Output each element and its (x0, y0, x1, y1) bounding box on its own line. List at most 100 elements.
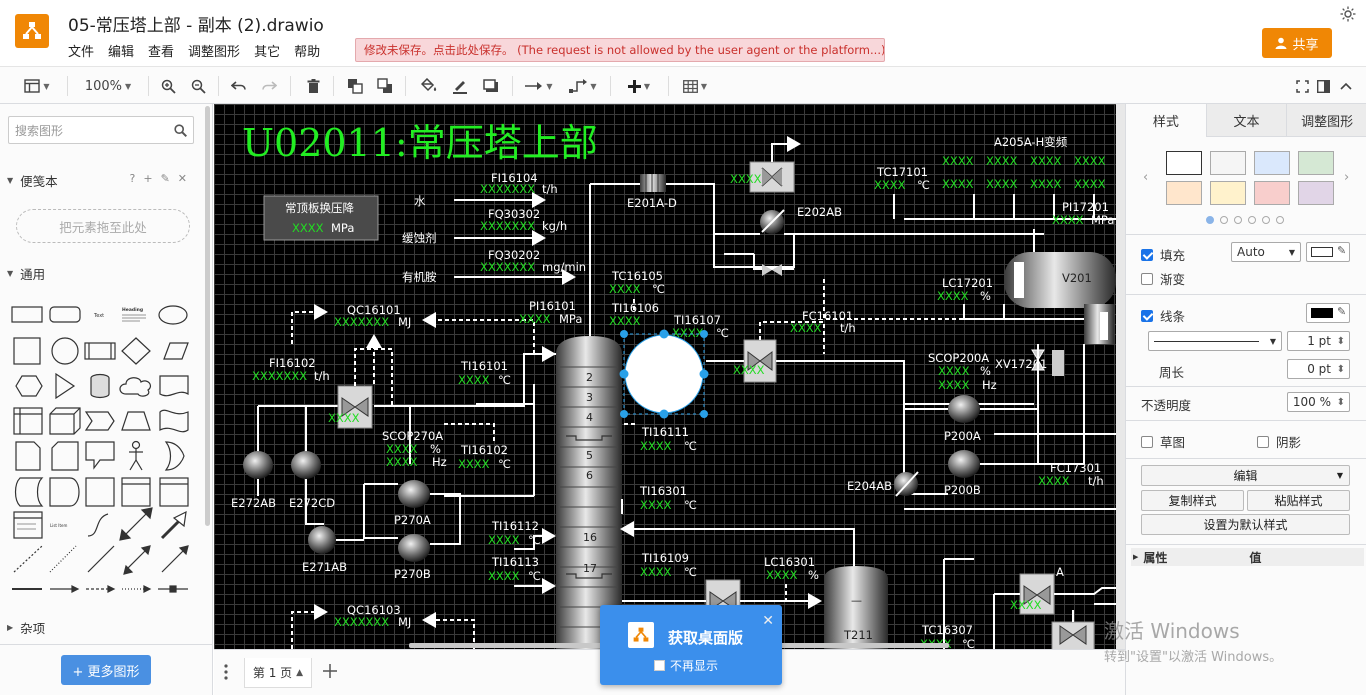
tab-style[interactable]: 样式 (1126, 104, 1206, 137)
canvas-viewport[interactable]: .lbl { fill: #fff; font-size: 11.5px; fo… (214, 104, 1125, 649)
menu-extras[interactable]: 其它 (254, 41, 280, 60)
line-width-input[interactable]: 1 pt (1287, 331, 1350, 351)
sidebar-scrollbar[interactable] (205, 106, 210, 526)
shadow-checkbox[interactable] (1257, 435, 1269, 448)
to-back-button[interactable] (375, 75, 395, 97)
pager-dot[interactable] (1206, 216, 1214, 224)
redo-button[interactable] (258, 75, 280, 97)
scratchpad-header[interactable]: ▼ 便笺本 ? + ✎ ✕ (0, 168, 205, 192)
diagram-canvas[interactable]: .lbl { fill: #fff; font-size: 11.5px; fo… (214, 104, 1116, 649)
tab-text[interactable]: 文本 (1205, 104, 1287, 137)
to-front-button[interactable] (345, 75, 365, 97)
exchanger-e201ad[interactable] (640, 174, 666, 192)
gradient-checkbox[interactable] (1141, 272, 1153, 285)
properties-header[interactable]: ▶ 属性 值 (1131, 548, 1364, 566)
chevron-left-icon[interactable]: ‹ (1143, 170, 1148, 185)
style-swatch[interactable] (1210, 181, 1246, 205)
pump-p270b[interactable] (398, 534, 430, 562)
fill-checkbox[interactable] (1141, 248, 1153, 261)
zoom-in-button[interactable] (158, 75, 178, 97)
scratchpad-drop-zone[interactable]: 把元素拖至此处 (16, 209, 190, 243)
line-pattern-select[interactable]: ▼ (1148, 331, 1282, 351)
style-swatch[interactable] (1298, 181, 1334, 205)
share-button[interactable]: 共享 (1262, 28, 1332, 58)
misc-header[interactable]: ▶ 杂项 (0, 615, 205, 639)
zoom-out-button[interactable] (188, 75, 208, 97)
style-swatch[interactable] (1166, 181, 1202, 205)
more-shapes-button[interactable]: + 更多图形 (61, 655, 151, 685)
diagram-title[interactable]: U02011:常压塔上部 (242, 121, 598, 165)
desktop-app-popup[interactable]: ✕ 获取桌面版 不再显示 (600, 605, 782, 685)
pump-p200a[interactable] (948, 395, 980, 423)
menu-help[interactable]: 帮助 (294, 41, 320, 60)
tab-arrange[interactable]: 调整图形 (1286, 104, 1366, 137)
search-icon[interactable] (174, 123, 187, 137)
collapse-button[interactable] (1338, 75, 1354, 97)
edit-icon[interactable]: ✎ (161, 172, 170, 185)
format-panel-toggle[interactable] (1315, 75, 1331, 97)
add-page-button[interactable] (322, 663, 338, 682)
style-swatch[interactable] (1254, 181, 1290, 205)
pump-p200b[interactable] (948, 450, 980, 478)
fullscreen-button[interactable] (1294, 75, 1310, 97)
selected-circle-shape[interactable] (619, 329, 709, 419)
perimeter-input[interactable]: 0 pt (1287, 359, 1350, 379)
pages-menu-icon[interactable] (224, 664, 228, 683)
edit-style-select[interactable]: 编辑 ▼ (1141, 465, 1350, 486)
chevron-up-icon[interactable]: ▲ (296, 668, 303, 678)
general-header[interactable]: ▼ 通用 (0, 261, 205, 285)
unsaved-changes-banner[interactable]: 修改未保存。点击此处保存。 (The request is not allowe… (355, 38, 885, 62)
paste-style-button[interactable]: 粘贴样式 (1247, 490, 1350, 511)
pressure-drop-panel[interactable]: 常顶板换压降 XXXX MPa (263, 195, 379, 241)
page-tab-1[interactable]: 第 1 页 ▲ (244, 658, 312, 688)
exchanger-e204ab[interactable] (894, 471, 919, 497)
drawio-logo[interactable] (15, 14, 49, 48)
sketch-checkbox[interactable] (1141, 435, 1153, 448)
air-cooler-array[interactable]: XXXX XXXX XXXX XXXX XXXX XXXX XXXX XXXX (942, 154, 1106, 191)
close-icon[interactable]: ✕ (178, 172, 187, 185)
line-color-button[interactable] (449, 75, 471, 97)
pump-p270a[interactable] (398, 480, 430, 508)
style-swatch[interactable] (1254, 151, 1290, 175)
style-swatch[interactable] (1210, 151, 1246, 175)
drum-v201[interactable] (1004, 252, 1116, 344)
pager-dot[interactable] (1220, 216, 1228, 224)
exchanger-e272ab[interactable] (243, 451, 273, 479)
pager-dot[interactable] (1234, 216, 1242, 224)
sidebar-toggle-button[interactable]: ▼ (20, 75, 54, 97)
sun-icon[interactable] (1340, 6, 1356, 22)
undo-button[interactable] (228, 75, 250, 97)
menu-file[interactable]: 文件 (68, 41, 94, 60)
waypoints-button[interactable]: ▼ (566, 75, 600, 97)
menu-arrange[interactable]: 调整图形 (188, 41, 240, 60)
line-checkbox[interactable] (1141, 309, 1153, 322)
dont-show-again[interactable]: 不再显示 (654, 657, 718, 674)
search-input[interactable]: 搜索图形 (8, 116, 194, 144)
connection-style-button[interactable]: ▼ (523, 75, 555, 97)
menu-view[interactable]: 查看 (148, 41, 174, 60)
style-swatch[interactable] (1166, 151, 1202, 175)
valve-xv17201[interactable] (1031, 349, 1064, 376)
set-default-style-button[interactable]: 设置为默认样式 (1141, 514, 1350, 535)
dont-show-checkbox[interactable] (654, 660, 665, 671)
add-icon[interactable]: + (143, 172, 152, 185)
style-swatch[interactable] (1298, 151, 1334, 175)
exchanger-e271ab[interactable] (308, 526, 336, 554)
insert-button[interactable]: ▼ (622, 75, 656, 97)
shadow-button[interactable] (480, 75, 502, 97)
menu-edit[interactable]: 编辑 (108, 41, 134, 60)
close-icon[interactable]: ✕ (762, 613, 774, 629)
table-button[interactable]: ▼ (678, 75, 712, 97)
zoom-select[interactable]: 100% ▼ (80, 75, 136, 97)
pager-dot[interactable] (1276, 216, 1284, 224)
copy-style-button[interactable]: 复制样式 (1141, 490, 1244, 511)
popup-title[interactable]: 获取桌面版 (668, 627, 743, 648)
help-icon[interactable]: ? (130, 172, 136, 185)
pager-dot[interactable] (1262, 216, 1270, 224)
opacity-input[interactable]: 100 % (1287, 392, 1350, 412)
cooler-e202ab[interactable] (760, 209, 785, 234)
fill-type-select[interactable]: Auto ▼ (1231, 242, 1301, 262)
line-color-picker[interactable]: ✎ (1306, 303, 1350, 323)
control-valve-b[interactable] (1051, 621, 1095, 649)
delete-button[interactable] (303, 75, 323, 97)
